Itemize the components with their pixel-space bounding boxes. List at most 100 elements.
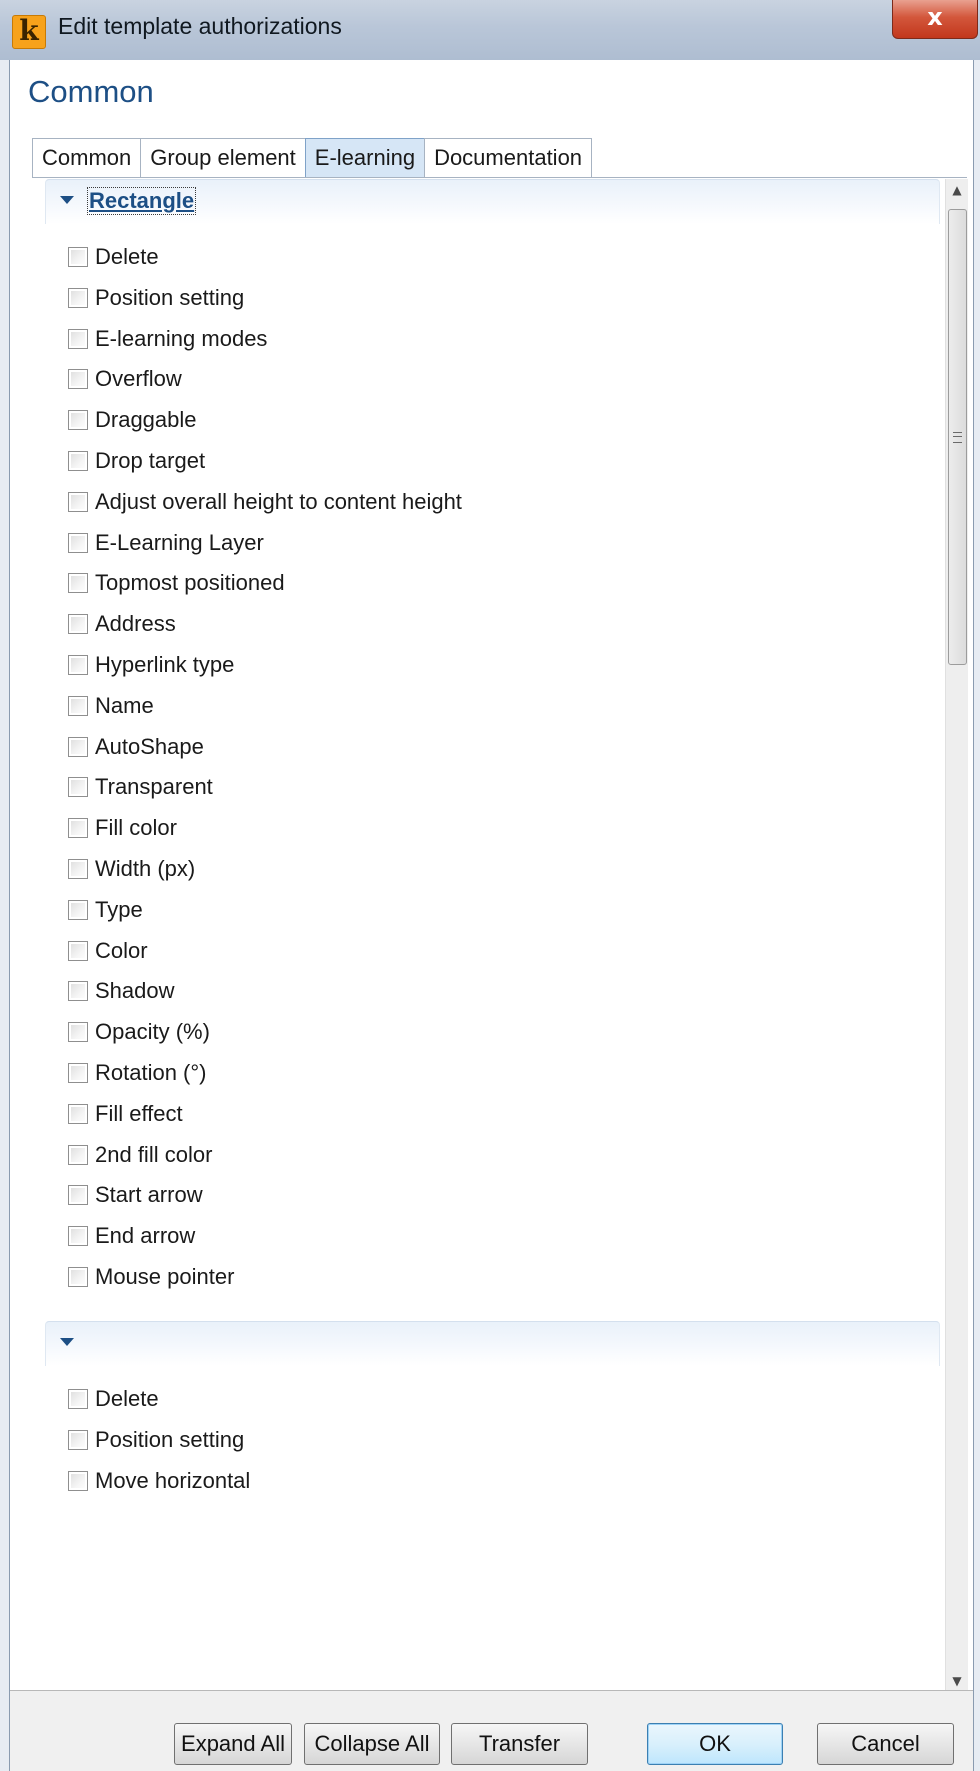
checkbox-label: Shadow [95, 978, 175, 1003]
checkbox-label: Move horizontal [95, 1468, 251, 1493]
checkbox-label: Start arrow [95, 1182, 203, 1207]
list-item[interactable]: E-learning modes [68, 324, 267, 354]
checkbox-label: End arrow [95, 1223, 196, 1248]
section-header[interactable]: Rectangle [45, 179, 940, 224]
list-item[interactable]: Position setting [68, 1425, 244, 1455]
checkbox[interactable] [68, 900, 88, 920]
close-button[interactable]: x [892, 0, 978, 39]
checkbox[interactable] [68, 451, 88, 471]
checkbox[interactable] [68, 737, 88, 757]
section-header[interactable] [45, 1321, 940, 1366]
checkbox-label: Address [95, 611, 176, 636]
tab-group-element[interactable]: Group element [140, 138, 306, 177]
checkbox[interactable] [68, 941, 88, 961]
list-item[interactable]: Type [68, 895, 143, 925]
checkbox[interactable] [68, 288, 88, 308]
list-item[interactable]: Overflow [68, 364, 182, 394]
list-item[interactable]: Drop target [68, 446, 205, 476]
checkbox[interactable] [68, 573, 88, 593]
checkbox[interactable] [68, 981, 88, 1001]
list-item[interactable]: Move horizontal [68, 1466, 250, 1496]
checkbox[interactable] [68, 329, 88, 349]
tab-common[interactable]: Common [32, 138, 142, 177]
list-item[interactable]: Position setting [68, 283, 244, 313]
list-item[interactable]: Rotation (°) [68, 1058, 207, 1088]
checkbox[interactable] [68, 1430, 88, 1450]
list-item[interactable]: AutoShape [68, 732, 204, 762]
list-item[interactable]: E-Learning Layer [68, 528, 264, 558]
list-item[interactable]: Topmost positioned [68, 568, 285, 598]
section-title[interactable]: Rectangle [86, 187, 197, 215]
grip-icon [953, 432, 962, 443]
checkbox-label: Mouse pointer [95, 1264, 235, 1289]
button-bar: Expand All Collapse All Transfer OK Canc… [10, 1690, 973, 1771]
list-item[interactable]: Address [68, 609, 176, 639]
list-item[interactable]: Delete [68, 242, 159, 272]
checkbox-label: Topmost positioned [95, 570, 285, 595]
list-item[interactable]: Color [68, 936, 148, 966]
checkbox[interactable] [68, 410, 88, 430]
checkbox[interactable] [68, 1471, 88, 1491]
expand-all-button[interactable]: Expand All [174, 1723, 292, 1765]
list-item[interactable]: Hyperlink type [68, 650, 234, 680]
list-item[interactable]: Shadow [68, 976, 175, 1006]
expand-triangle-icon[interactable] [60, 196, 74, 204]
checkbox[interactable] [68, 1063, 88, 1083]
checkbox[interactable] [68, 1389, 88, 1409]
title-bar[interactable]: k Edit template authorizations x [0, 0, 980, 60]
checkbox-label: Fill effect [95, 1101, 183, 1126]
checkbox[interactable] [68, 369, 88, 389]
checkbox[interactable] [68, 818, 88, 838]
checkbox[interactable] [68, 1104, 88, 1124]
checkbox-label: Rotation (°) [95, 1060, 207, 1085]
checkbox[interactable] [68, 1145, 88, 1165]
collapse-all-button[interactable]: Collapse All [304, 1723, 440, 1765]
list-item[interactable]: End arrow [68, 1221, 195, 1251]
checkbox-label: Color [95, 938, 148, 963]
list-item[interactable]: Fill color [68, 813, 177, 843]
page-title: Common [28, 74, 154, 109]
checkbox-label: AutoShape [95, 734, 204, 759]
dialog-body: Common Common Group element E-learning D… [9, 60, 974, 1771]
transfer-button[interactable]: Transfer [451, 1723, 588, 1765]
checkbox[interactable] [68, 859, 88, 879]
checkbox[interactable] [68, 247, 88, 267]
ok-button[interactable]: OK [647, 1723, 783, 1765]
checkbox[interactable] [68, 614, 88, 634]
list-item[interactable]: Delete [68, 1384, 159, 1414]
checkbox[interactable] [68, 696, 88, 716]
list-item[interactable]: Mouse pointer [68, 1262, 234, 1292]
tab-e-learning[interactable]: E-learning [304, 138, 426, 177]
tab-documentation[interactable]: Documentation [424, 138, 593, 177]
checkbox[interactable] [68, 533, 88, 553]
scroll-up-icon[interactable]: ▲ [946, 179, 968, 201]
list-item[interactable]: Adjust overall height to content height [68, 487, 462, 517]
checkbox-label: Position setting [95, 1427, 245, 1452]
list-item[interactable]: Opacity (%) [68, 1017, 210, 1047]
scrollbar-thumb[interactable] [948, 209, 967, 665]
tab-divider [32, 177, 967, 178]
tab-bar: Common Group element E-learning Document… [32, 138, 593, 178]
list-item[interactable]: Draggable [68, 405, 197, 435]
checkbox-label: Width (px) [95, 856, 196, 881]
list-item[interactable]: Fill effect [68, 1099, 183, 1129]
checkbox[interactable] [68, 492, 88, 512]
checkbox[interactable] [68, 777, 88, 797]
checkbox[interactable] [68, 1226, 88, 1246]
checkbox[interactable] [68, 1185, 88, 1205]
list-item[interactable]: Transparent [68, 772, 213, 802]
checkbox[interactable] [68, 1267, 88, 1287]
expand-triangle-icon[interactable] [60, 1338, 74, 1346]
checkbox[interactable] [68, 1022, 88, 1042]
list-item[interactable]: Start arrow [68, 1180, 203, 1210]
cancel-button[interactable]: Cancel [817, 1723, 954, 1765]
checkbox[interactable] [68, 655, 88, 675]
checkbox-label: Draggable [95, 407, 197, 432]
list-item[interactable]: Width (px) [68, 854, 195, 884]
vertical-scrollbar[interactable]: ▲ ▼ [945, 179, 968, 1692]
checkbox-label: Type [95, 897, 143, 922]
authorization-list[interactable]: Rectangle Delete Position setting E-learnin… [30, 179, 945, 1692]
list-item[interactable]: Name [68, 691, 154, 721]
scroll-down-icon[interactable]: ▼ [946, 1670, 968, 1692]
list-item[interactable]: 2nd fill color [68, 1140, 212, 1170]
